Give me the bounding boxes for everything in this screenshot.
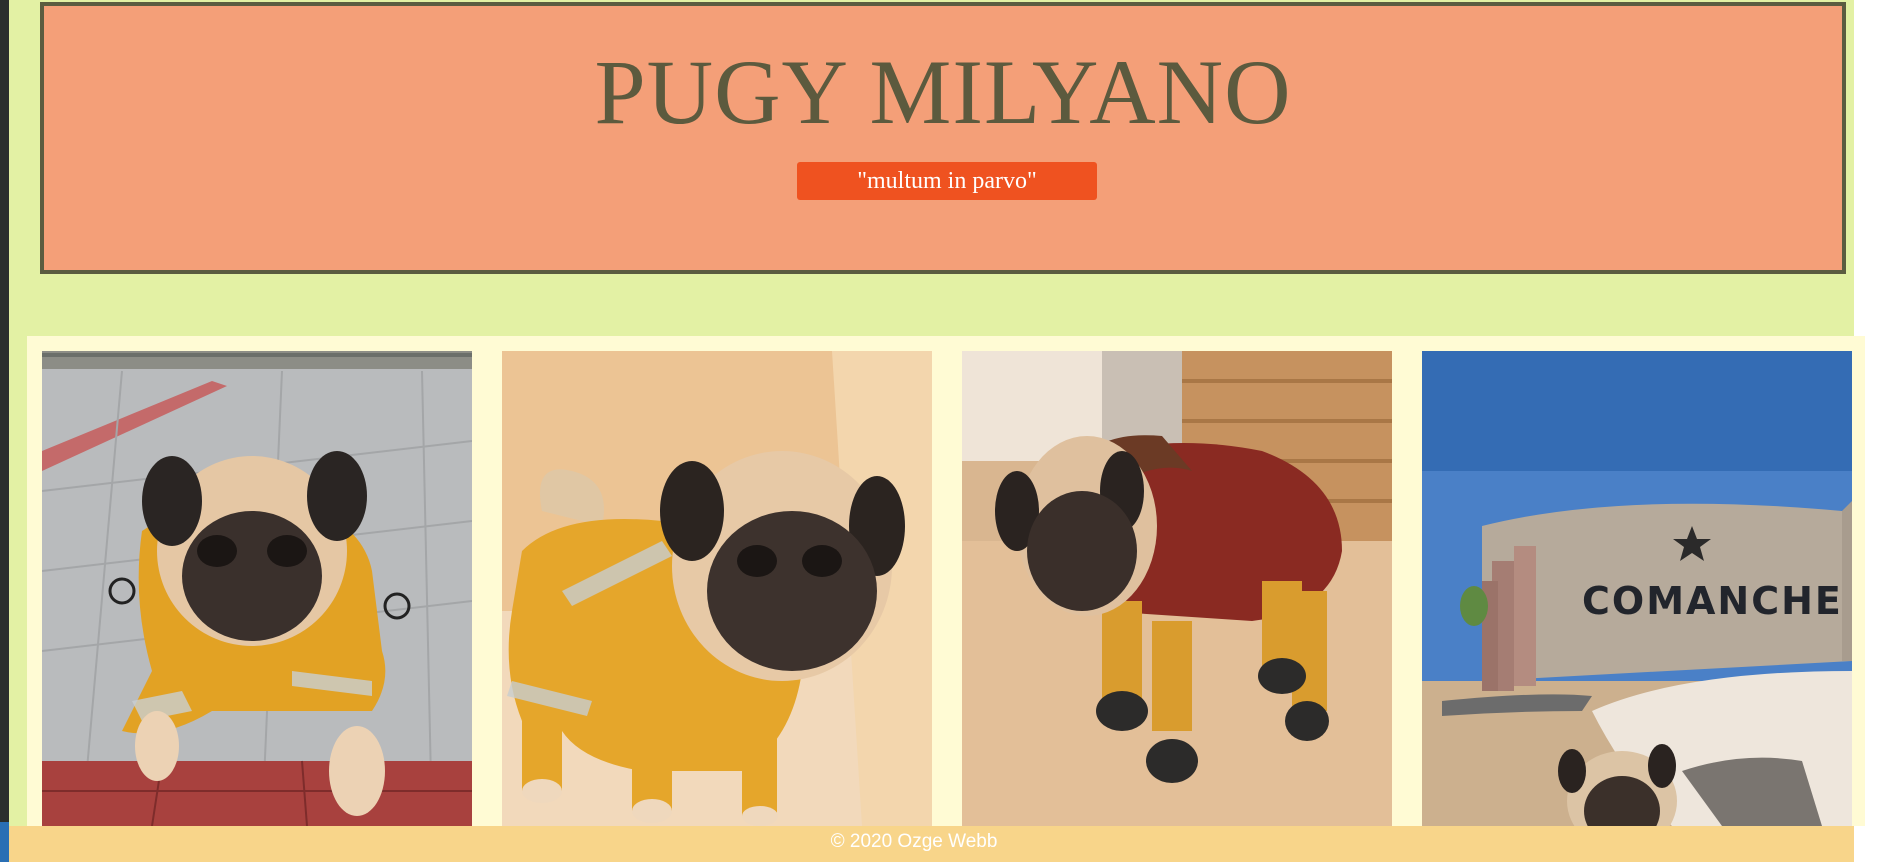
- pug-standing-image: [502, 351, 932, 826]
- site-title: PUGY MILYANO: [594, 41, 1292, 143]
- pug-photo-2[interactable]: [502, 351, 932, 826]
- page-footer: © 2020 Ozge Webb: [9, 826, 1854, 862]
- copyright-text: © 2020 Ozge Webb: [830, 831, 998, 852]
- pug-photo-4[interactable]: COMANCHE: [1422, 351, 1852, 826]
- pug-lying-image: [42, 351, 472, 826]
- pug-photo-1[interactable]: [42, 351, 472, 826]
- photo-gallery: COMANCHE: [27, 336, 1865, 826]
- pug-photo-3[interactable]: [962, 351, 1392, 826]
- comanche-sign-text: COMANCHE: [1582, 579, 1843, 623]
- pug-red-coat-image: [962, 351, 1392, 826]
- site-header: PUGY MILYANO "multum in parvo": [40, 2, 1846, 274]
- window-left-edge: [0, 0, 9, 862]
- comanche-sign-image: COMANCHE: [1422, 351, 1852, 826]
- motto-badge: "multum in parvo": [797, 162, 1097, 200]
